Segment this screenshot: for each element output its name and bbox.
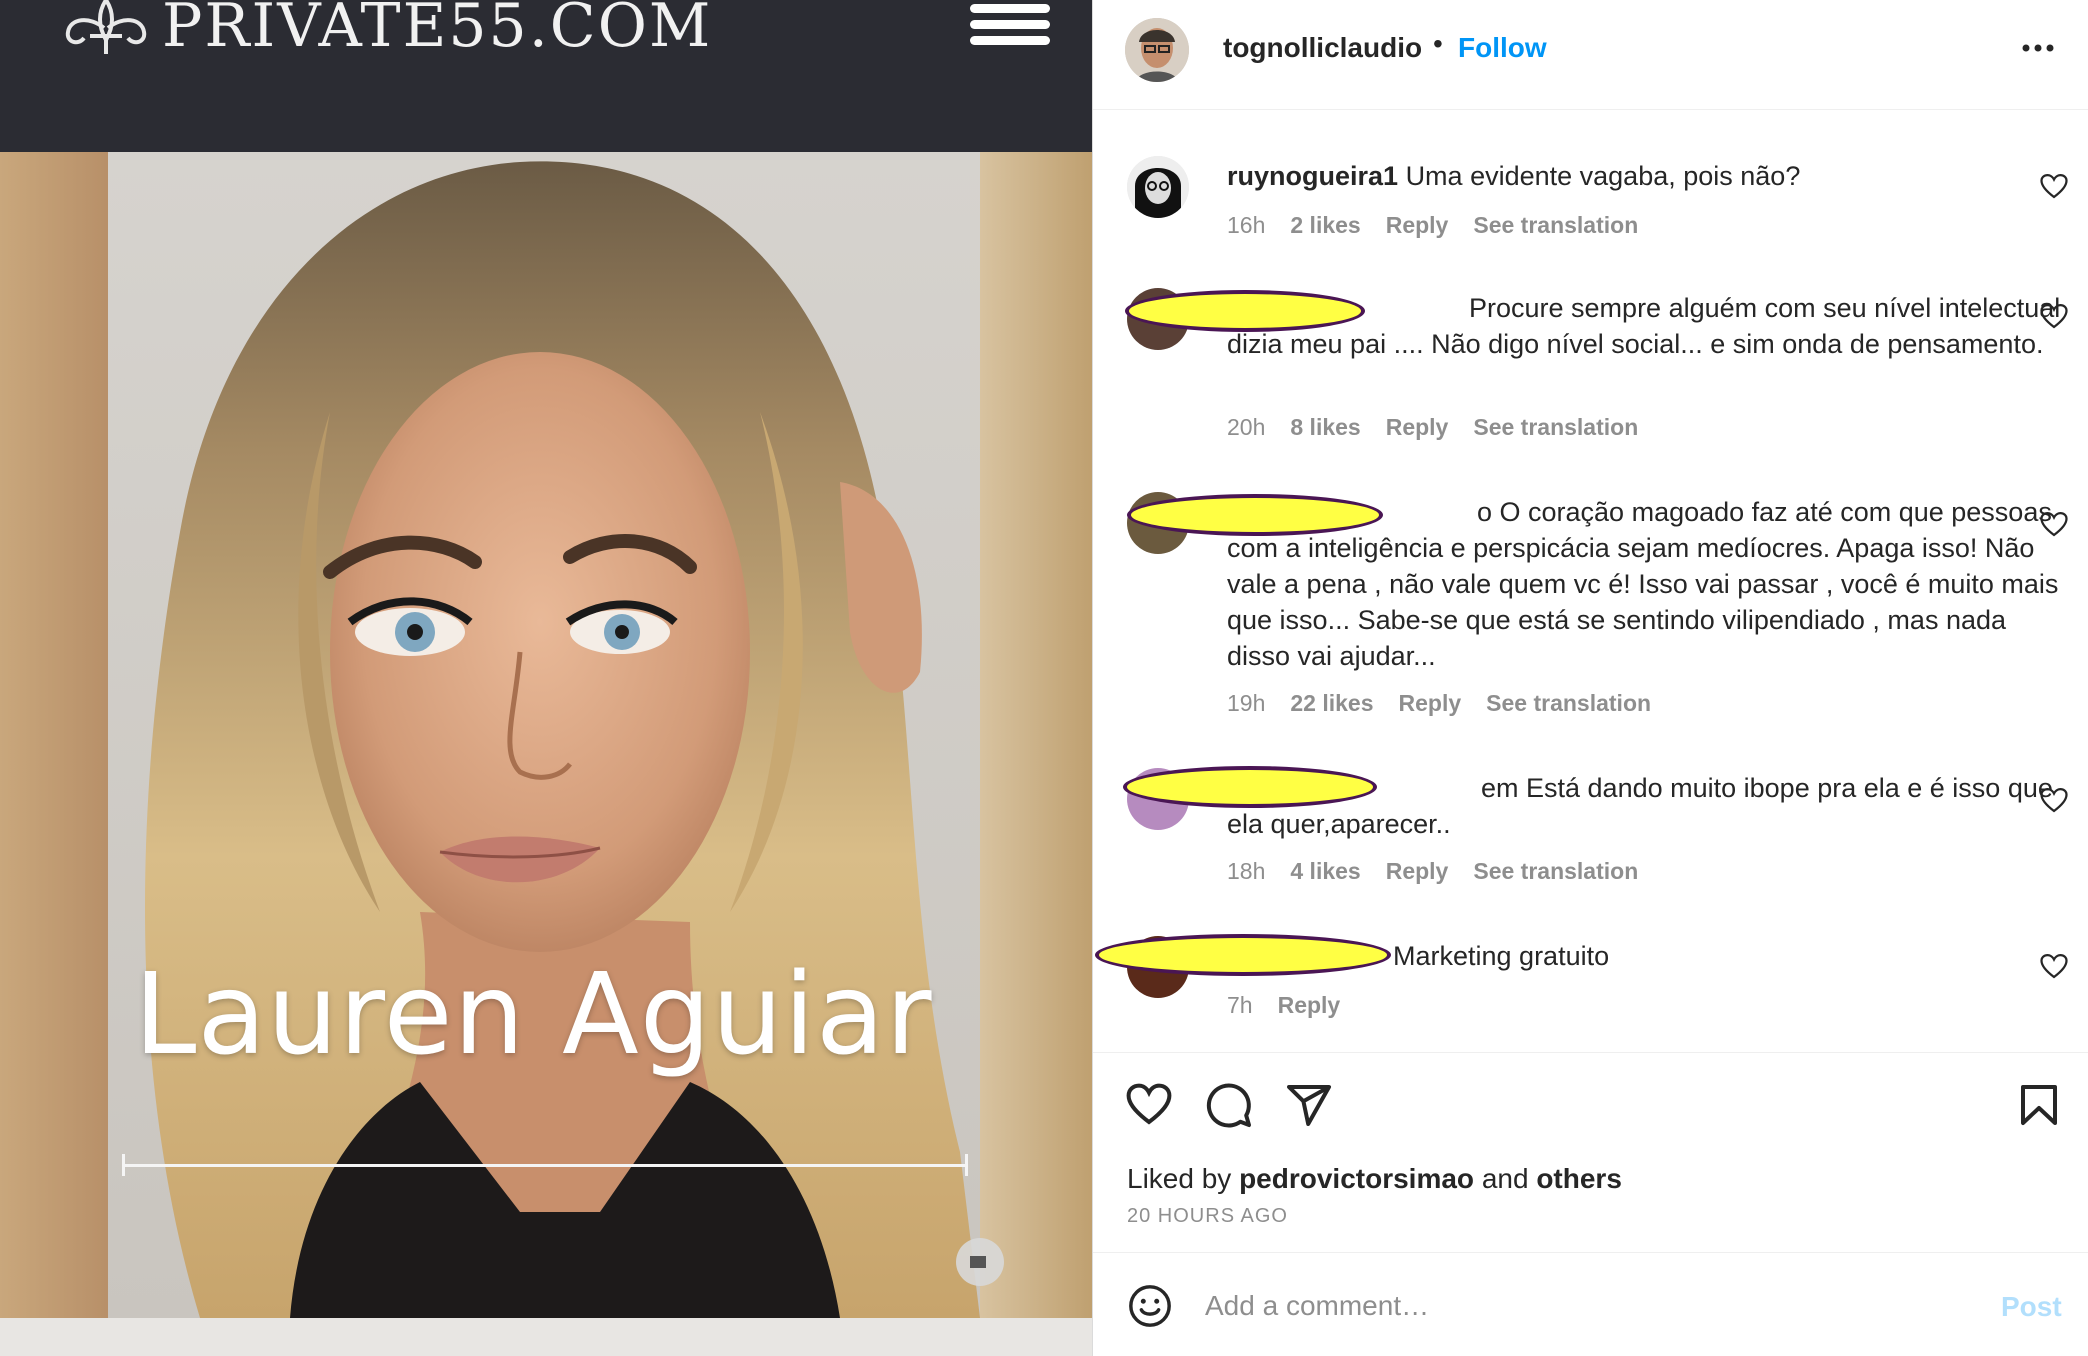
share-icon[interactable]: [1285, 1081, 1333, 1129]
comment-input[interactable]: [1205, 1281, 1925, 1331]
comment-meta: 7h Reply: [1227, 992, 1340, 1019]
comment-text: ruynogueira1 Uma evidente vagaba, pois n…: [1227, 158, 2088, 194]
comment-meta: 18h 4 likes Reply See translation: [1227, 858, 1638, 885]
comment-meta: 20h 8 likes Reply See translation: [1227, 414, 1638, 441]
comment-meta: 19h 22 likes Reply See translation: [1227, 690, 1651, 717]
bookmark-icon[interactable]: [2015, 1081, 2063, 1129]
fleur-de-lis-icon: [65, 0, 147, 54]
comment-icon[interactable]: [1205, 1081, 1253, 1129]
reply-button[interactable]: Reply: [1386, 212, 1449, 239]
comment-username[interactable]: ruynogueira1: [1227, 161, 1398, 191]
post-actions: Liked by pedrovictorsimao and others 20 …: [1093, 1052, 2088, 1252]
reply-button[interactable]: Reply: [1386, 414, 1449, 441]
heart-icon[interactable]: [2039, 952, 2069, 982]
commenter-avatar[interactable]: [1127, 156, 1189, 218]
reply-button[interactable]: Reply: [1278, 992, 1341, 1019]
comment-text: o O coração magoado faz até com que pess…: [1227, 494, 2067, 674]
add-comment-bar: Post: [1093, 1252, 2088, 1356]
redaction-mark: [1095, 934, 1391, 976]
comment-body: Procure sempre alguém com seu nível inte…: [1227, 293, 2061, 359]
comment-time[interactable]: 16h: [1227, 212, 1265, 239]
liked-by-and: and: [1481, 1163, 1529, 1194]
liked-by-prefix: Liked by: [1127, 1163, 1232, 1194]
comments-panel: tognolliclaudio • Follow ruynogueira1 Um…: [1092, 0, 2088, 1356]
see-translation-button[interactable]: See translation: [1473, 414, 1638, 441]
comment-body: Uma evidente vagaba, pois não?: [1405, 161, 1801, 191]
liked-by-text: Liked by pedrovictorsimao and others: [1127, 1163, 1622, 1195]
caption-underline: [122, 1154, 968, 1176]
header-separator: •: [1433, 28, 1443, 59]
comment-likes[interactable]: 2 likes: [1290, 212, 1360, 239]
comment-body: Marketing gratuito: [1393, 941, 1610, 971]
comment-meta: 16h 2 likes Reply See translation: [1227, 212, 1638, 239]
post-comment-button[interactable]: Post: [2001, 1291, 2062, 1323]
comment-body: em Está dando muito ibope pra ela e é is…: [1227, 773, 2053, 839]
website-logo-text: PRIVATE55.COM: [162, 0, 713, 61]
follow-button[interactable]: Follow: [1458, 32, 1547, 64]
see-translation-button[interactable]: See translation: [1486, 690, 1651, 717]
liked-by-others[interactable]: others: [1536, 1163, 1622, 1194]
post-header: tognolliclaudio • Follow: [1093, 0, 2088, 110]
reply-button[interactable]: Reply: [1386, 858, 1449, 885]
website-logo: PRIVATE55.COM: [60, 0, 712, 56]
heart-icon[interactable]: [2039, 172, 2069, 202]
comment-text: Marketing gratuito: [1393, 938, 1993, 974]
comment-likes[interactable]: 8 likes: [1290, 414, 1360, 441]
photo-caption: Lauren Aguiar: [134, 950, 933, 1080]
like-heart-icon[interactable]: [1125, 1081, 1173, 1129]
see-translation-button[interactable]: See translation: [1473, 858, 1638, 885]
post-timestamp[interactable]: 20 HOURS AGO: [1127, 1205, 1288, 1228]
portrait-photo: [0, 152, 1092, 1318]
image-bottom-strip: [0, 1318, 1092, 1356]
owner-avatar[interactable]: [1125, 18, 1189, 82]
comment-time[interactable]: 20h: [1227, 414, 1265, 441]
emoji-icon[interactable]: [1127, 1283, 1173, 1329]
hamburger-menu-icon[interactable]: [970, 4, 1050, 46]
reply-button[interactable]: Reply: [1399, 690, 1462, 717]
see-translation-button[interactable]: See translation: [1473, 212, 1638, 239]
more-options-icon[interactable]: [2018, 28, 2058, 68]
comment-time[interactable]: 7h: [1227, 992, 1253, 1019]
comment-body: o O coração magoado faz até com que pess…: [1227, 497, 2059, 671]
owner-username[interactable]: tognolliclaudio: [1223, 32, 1422, 64]
post-photo: Lauren Aguiar: [0, 152, 1092, 1318]
comment-likes[interactable]: 22 likes: [1290, 690, 1373, 717]
website-header: PRIVATE55.COM: [0, 0, 1092, 152]
post-image[interactable]: PRIVATE55.COM Lauren Aguiar: [0, 0, 1092, 1356]
comment-likes[interactable]: 4 likes: [1290, 858, 1360, 885]
heart-icon[interactable]: [2039, 510, 2069, 540]
comment-text: Procure sempre alguém com seu nível inte…: [1227, 290, 2067, 362]
comment-time[interactable]: 18h: [1227, 858, 1265, 885]
comment-text: em Está dando muito ibope pra ela e é is…: [1227, 770, 2067, 842]
liked-by-user[interactable]: pedrovictorsimao: [1239, 1163, 1474, 1194]
heart-icon[interactable]: [2039, 786, 2069, 816]
heart-icon[interactable]: [2039, 302, 2069, 332]
comment-time[interactable]: 19h: [1227, 690, 1265, 717]
